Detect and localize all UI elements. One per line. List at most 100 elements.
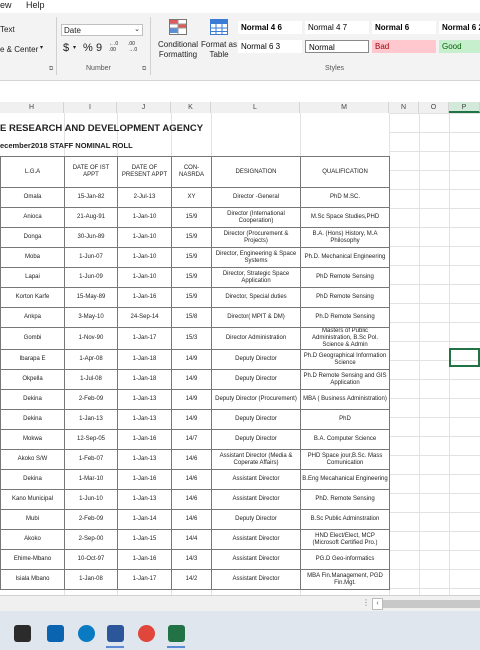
column-header[interactable]: O [419,102,449,113]
table-cell[interactable]: Assistant Director [211,489,301,510]
table-cell[interactable]: 1-Jan-16 [117,287,172,308]
table-cell[interactable]: Ph.D Remote Sensing and GIS Application [300,369,390,390]
table-cell[interactable]: Director, Special duties [211,287,301,308]
table-cell[interactable]: 14/9 [171,389,212,410]
table-cell[interactable]: Director( MPIT & DM) [211,307,301,328]
table-cell[interactable]: Lapai [0,267,65,288]
table-cell[interactable]: 21-Aug-91 [64,207,118,228]
table-cell[interactable]: 2-Sep-00 [64,529,118,550]
table-cell[interactable]: 1-Jan-13 [117,409,172,430]
conditional-formatting-button[interactable]: Conditional Formatting [155,15,201,63]
column-header[interactable]: J [117,102,171,113]
table-cell[interactable]: 3-May-10 [64,307,118,328]
table-cell[interactable]: Dekina [0,469,65,490]
table-cell[interactable]: M.Sc Space Studies,PHD [300,207,390,228]
table-cell[interactable]: Ph.D Geographical Information Science [300,349,390,370]
table-cell[interactable]: 1-Jan-13 [64,409,118,430]
table-cell[interactable]: PhD Remote Sensing [300,287,390,308]
table-cell[interactable]: XY [171,187,212,208]
table-cell[interactable]: Director, Strategic Space Application [211,267,301,288]
mail-icon[interactable] [47,625,64,642]
table-cell[interactable]: PhD Remote Sensing [300,267,390,288]
dell-icon[interactable] [78,625,95,642]
comma-style-button[interactable]: 9 [96,42,102,54]
table-cell[interactable]: PHD Space jour,B.Sc. Mass Comunication [300,449,390,470]
table-cell[interactable]: HND Elect/Elect, MCP (Microsoft Certifie… [300,529,390,550]
column-header[interactable]: N [389,102,419,113]
menu-help[interactable]: Help [26,0,45,10]
table-cell[interactable]: Director (International Cooperation) [211,207,301,228]
selected-cell[interactable] [449,348,480,367]
table-cell[interactable]: 1-Jan-10 [117,247,172,268]
table-cell[interactable]: 14/9 [171,349,212,370]
table-cell[interactable]: B.A. Computer Science [300,429,390,450]
table-cell[interactable]: Deputy Director [211,349,301,370]
number-dialog-launcher-icon[interactable]: ⧉ [142,66,146,73]
table-cell[interactable]: 14/4 [171,529,212,550]
table-cell[interactable]: 12-Sep-05 [64,429,118,450]
table-cell[interactable]: Mokwa [0,429,65,450]
table-cell[interactable]: Deputy Director [211,369,301,390]
table-cell[interactable]: 1-Jan-18 [117,369,172,390]
table-cell[interactable]: 1-Jan-08 [64,569,118,590]
table-cell[interactable]: PG.D Geo-informatics [300,549,390,570]
table-cell[interactable]: 14/9 [171,369,212,390]
table-cell[interactable]: Director Administration [211,327,301,350]
table-cell[interactable]: Director -General [211,187,301,208]
table-cell[interactable]: 1-Jan-14 [117,509,172,530]
table-cell[interactable]: 14/6 [171,509,212,530]
table-cell[interactable]: 1-Jun-09 [64,267,118,288]
table-cell[interactable]: Gombi [0,327,65,350]
table-cell[interactable]: 15/9 [171,267,212,288]
table-cell[interactable]: 14/6 [171,469,212,490]
table-cell[interactable]: 15-Jan-82 [64,187,118,208]
table-cell[interactable]: Masters of Public Administration, B.Sc P… [300,327,390,350]
table-cell[interactable]: 1-Nov-90 [64,327,118,350]
table-cell[interactable]: Ph.D. Mechanical Engineering [300,247,390,268]
table-cell[interactable]: 1-Jan-10 [117,267,172,288]
column-header[interactable]: P [449,102,480,113]
table-cell[interactable]: Director (Procurement & Projects) [211,227,301,248]
table-cell[interactable]: Mubi [0,509,65,530]
alignment-dialog-launcher-icon[interactable]: ⧉ [49,66,53,73]
table-cell[interactable]: B.Sc Public Adminstration [300,509,390,530]
table-cell[interactable]: 1-Feb-07 [64,449,118,470]
table-cell[interactable]: 15/9 [171,287,212,308]
table-cell[interactable]: PhD. Remote Sensing [300,489,390,510]
table-cell[interactable]: 2-Jul-13 [117,187,172,208]
table-cell[interactable]: 1-Jun-10 [64,489,118,510]
table-cell[interactable]: 30-Jun-89 [64,227,118,248]
table-cell[interactable]: PhD [300,409,390,430]
table-cell[interactable]: B.Eng Mecahanical Engineering [300,469,390,490]
format-as-table-button[interactable]: Format as Table [201,15,237,63]
chrome-icon[interactable] [138,625,155,642]
table-cell[interactable]: 14/2 [171,569,212,590]
table-cell[interactable]: Deputy Director (Procurement) [211,389,301,410]
table-cell[interactable]: 1-Jun-07 [64,247,118,268]
currency-button[interactable]: $ [63,42,69,54]
table-cell[interactable]: 1-Jan-18 [117,349,172,370]
currency-dropdown-icon[interactable]: ▾ [73,44,76,51]
table-cell[interactable]: 1-Apr-08 [64,349,118,370]
percent-button[interactable]: % [83,42,93,54]
table-cell[interactable]: 1-Mar-10 [64,469,118,490]
wrap-text-button[interactable]: Text [0,25,15,34]
decrease-decimal-button[interactable]: .00 →.0 [128,41,142,53]
table-cell[interactable]: Deputy Director [211,509,301,530]
table-cell[interactable]: Okpella [0,369,65,390]
style-good[interactable]: Good [439,40,480,53]
table-cell[interactable]: Ph.D Remote Sensing [300,307,390,328]
worksheet-grid[interactable]: E RESEARCH AND DEVELOPMENT AGENCY ecembe… [0,113,480,595]
store-icon[interactable] [14,625,31,642]
table-cell[interactable]: 1-Jan-16 [117,469,172,490]
table-cell[interactable]: Assistant Director [211,569,301,590]
table-cell[interactable]: Anioca [0,207,65,228]
table-cell[interactable]: Assistant Director [211,529,301,550]
table-cell[interactable]: Assistant Director (Media & Coperate Aff… [211,449,301,470]
table-cell[interactable]: Assistant Director [211,469,301,490]
style-normal-6-3[interactable]: Normal 6 3 [238,40,302,53]
style-normal-4-7[interactable]: Normal 4 7 [305,21,369,34]
table-cell[interactable]: 1-Jan-17 [117,327,172,350]
table-cell[interactable]: 14/6 [171,449,212,470]
table-cell[interactable]: Dekina [0,409,65,430]
